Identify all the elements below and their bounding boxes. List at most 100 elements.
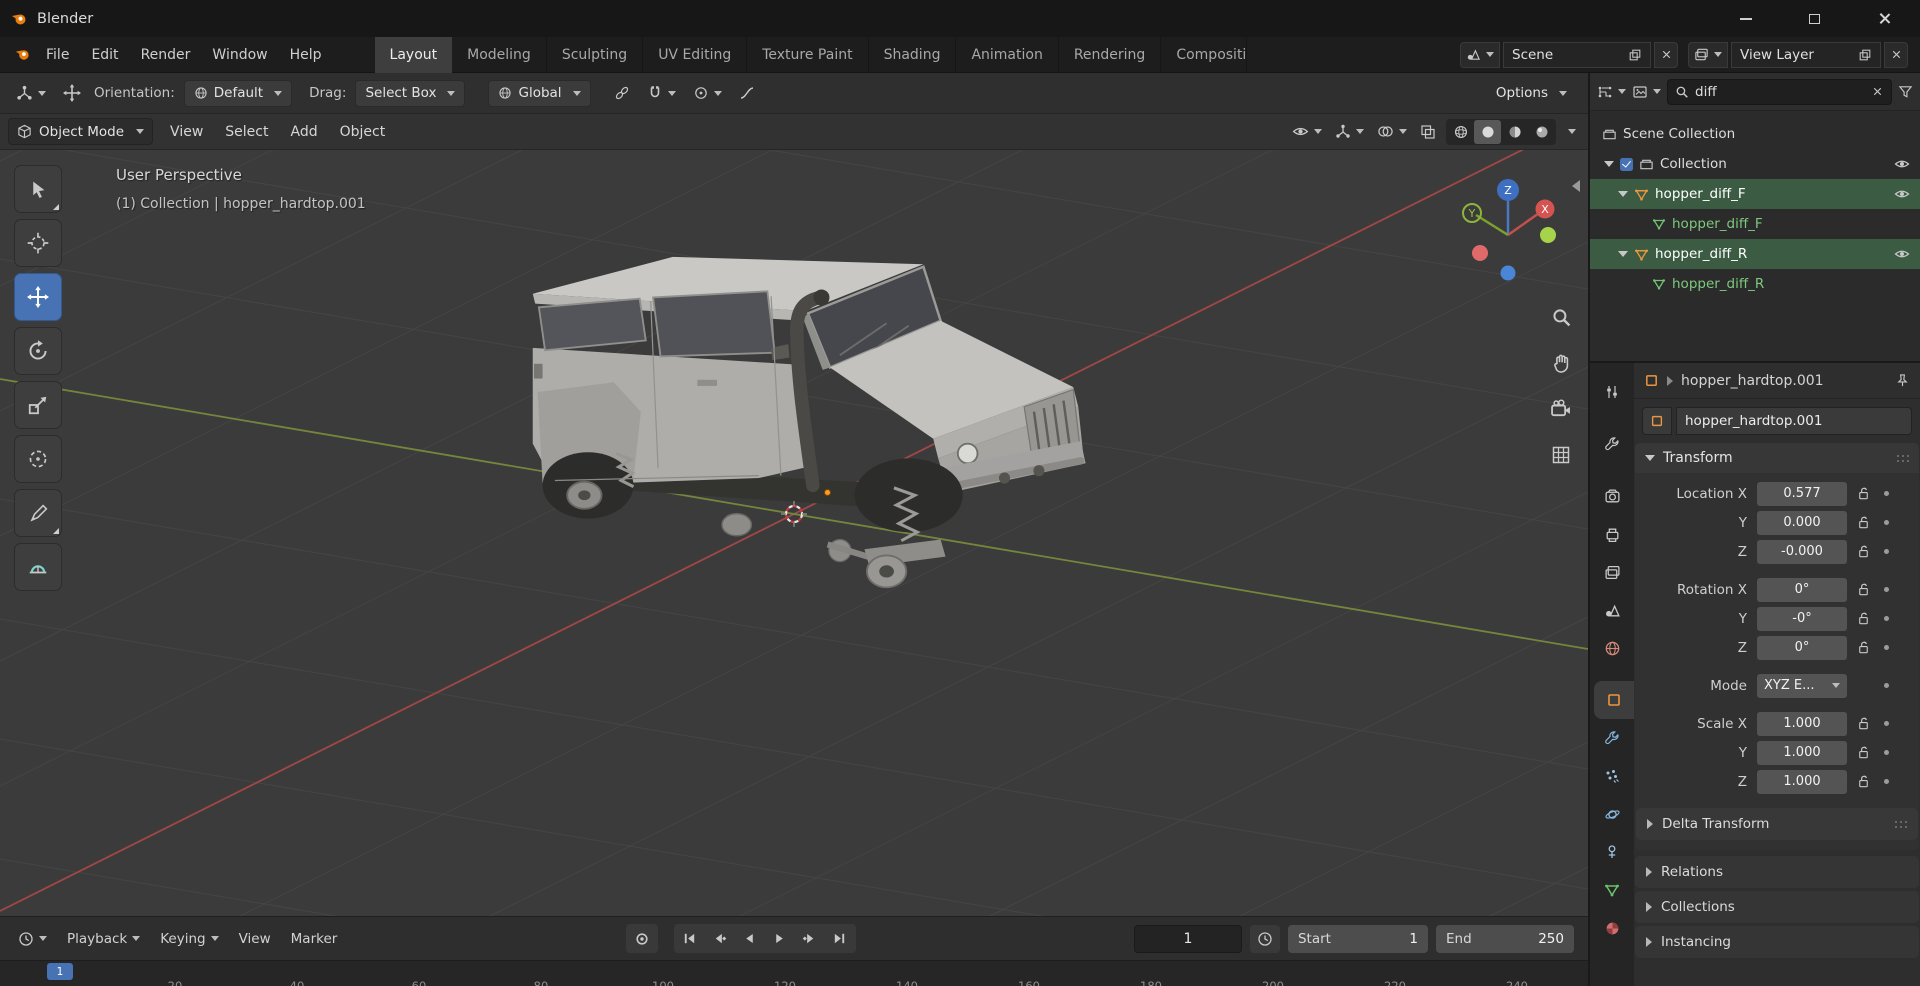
lock-open-icon[interactable] <box>1856 544 1871 559</box>
tab-output[interactable] <box>1590 515 1634 553</box>
tab-object[interactable] <box>1594 681 1634 719</box>
lock-open-icon[interactable] <box>1856 486 1871 501</box>
snap-toggle-button[interactable] <box>643 80 680 107</box>
object-visibility-dropdown[interactable] <box>1289 119 1325 145</box>
tool-settings-icon-button[interactable] <box>12 80 50 107</box>
tab-particles[interactable] <box>1590 757 1634 795</box>
animate-dot-icon[interactable] <box>1884 491 1889 496</box>
lock-open-icon[interactable] <box>1856 716 1871 731</box>
active-tool-icon-button[interactable] <box>59 80 85 107</box>
falloff-curve-button[interactable] <box>735 80 759 107</box>
frame-end-field[interactable]: End 250 <box>1436 925 1574 953</box>
animate-dot-icon[interactable] <box>1884 721 1889 726</box>
location-x-input[interactable]: 0.577 <box>1757 482 1847 506</box>
playhead[interactable]: 1 <box>47 963 73 980</box>
tab-rendering[interactable]: Rendering <box>1059 37 1162 73</box>
animate-dot-icon[interactable] <box>1884 616 1889 621</box>
properties-editor-type-button[interactable] <box>1590 373 1634 411</box>
new-view-layer-icon[interactable] <box>1858 48 1872 62</box>
tab-uv-editing[interactable]: UV Editing <box>643 37 747 73</box>
animate-dot-icon[interactable] <box>1884 587 1889 592</box>
tab-shading[interactable]: Shading <box>869 37 957 73</box>
timeline-menu-playback[interactable]: Playback <box>57 931 150 947</box>
disclosure-triangle-icon[interactable] <box>1604 161 1614 167</box>
tab-compositing[interactable]: Compositing <box>1161 37 1247 73</box>
view-layer-name-field[interactable]: View Layer <box>1731 42 1881 68</box>
use-preview-range-button[interactable] <box>1250 925 1280 953</box>
tab-constraints[interactable] <box>1590 833 1634 871</box>
tab-world[interactable] <box>1590 629 1634 667</box>
prev-keyframe-button[interactable] <box>705 925 735 952</box>
orientation-dropdown[interactable]: Default <box>184 80 292 107</box>
outliner-editor-type-button[interactable] <box>1597 84 1626 100</box>
outliner-row-collection[interactable]: Collection <box>1590 149 1920 179</box>
transform-panel-header[interactable]: Transform <box>1635 443 1919 473</box>
tab-view-layer[interactable] <box>1590 553 1634 591</box>
filter-funnel-icon[interactable] <box>1898 84 1913 99</box>
tab-physics[interactable] <box>1590 795 1634 833</box>
new-scene-icon[interactable] <box>1628 48 1642 62</box>
zoom-button[interactable] <box>1546 302 1576 332</box>
tool-select-box[interactable] <box>14 165 62 213</box>
rotation-z-input[interactable]: 0° <box>1757 636 1847 660</box>
drag-dropdown[interactable]: Select Box <box>355 80 465 107</box>
jump-to-start-button[interactable] <box>675 925 705 952</box>
viewport-menu-select[interactable]: Select <box>214 114 279 150</box>
current-frame-field[interactable]: 1 <box>1134 925 1242 953</box>
overlays-dropdown[interactable] <box>1374 119 1410 145</box>
shading-material-button[interactable] <box>1501 120 1528 144</box>
ortho-toggle-button[interactable] <box>1546 440 1576 470</box>
clear-search-icon[interactable] <box>1871 85 1884 98</box>
browse-scene-button[interactable] <box>1460 42 1500 68</box>
eye-icon[interactable] <box>1894 186 1910 202</box>
scale-x-input[interactable]: 1.000 <box>1757 712 1847 736</box>
panel-delta-transform[interactable]: Delta Transform <box>1636 808 1918 840</box>
close-button[interactable] <box>1848 0 1920 37</box>
timeline-ruler[interactable]: 1 20 40 60 80 100 120 140 160 180 200 22… <box>0 960 1588 986</box>
shading-options-chevron-icon[interactable] <box>1568 129 1576 134</box>
tool-move[interactable] <box>14 273 62 321</box>
tab-layout[interactable]: Layout <box>375 37 453 73</box>
timeline-menu-keying[interactable]: Keying <box>150 931 228 947</box>
shading-solid-button[interactable] <box>1474 120 1501 144</box>
tab-material[interactable] <box>1590 909 1634 947</box>
tab-texture-paint[interactable]: Texture Paint <box>747 37 868 73</box>
tab-tool[interactable] <box>1590 425 1634 463</box>
gizmos-dropdown[interactable] <box>1332 119 1367 145</box>
tab-object-data[interactable] <box>1590 871 1634 909</box>
panel-grip-icon[interactable] <box>1895 821 1907 828</box>
scene-name-field[interactable]: Scene <box>1503 42 1651 68</box>
play-reverse-button[interactable] <box>735 925 765 952</box>
animate-dot-icon[interactable] <box>1884 645 1889 650</box>
jump-to-end-button[interactable] <box>825 925 855 952</box>
timeline-editor-type-button[interactable] <box>8 931 57 947</box>
outliner-row-hopper-diff-r[interactable]: hopper_diff_R <box>1590 239 1920 269</box>
rotation-y-input[interactable]: -0° <box>1757 607 1847 631</box>
xray-toggle[interactable] <box>1417 119 1439 145</box>
car-model[interactable] <box>518 247 1206 671</box>
lock-open-icon[interactable] <box>1856 582 1871 597</box>
lock-open-icon[interactable] <box>1856 745 1871 760</box>
animate-dot-icon[interactable] <box>1884 779 1889 784</box>
animate-dot-icon[interactable] <box>1884 750 1889 755</box>
options-dropdown[interactable]: Options <box>1487 80 1576 107</box>
outliner-row-hopper-diff-f-data[interactable]: hopper_diff_F <box>1590 209 1920 239</box>
object-mode-dropdown[interactable]: Object Mode <box>8 118 153 145</box>
object-name-field[interactable]: hopper_hardtop.001 <box>1676 407 1912 435</box>
disclosure-triangle-icon[interactable] <box>1618 251 1628 257</box>
eye-icon[interactable] <box>1894 156 1910 172</box>
scale-z-input[interactable]: 1.000 <box>1757 770 1847 794</box>
proportional-edit-button[interactable] <box>689 80 726 107</box>
menu-help[interactable]: Help <box>279 37 333 73</box>
outliner-search-input[interactable]: diff <box>1667 79 1892 105</box>
maximize-button[interactable] <box>1780 0 1848 37</box>
location-z-input[interactable]: -0.000 <box>1757 540 1847 564</box>
rotation-mode-dropdown[interactable]: XYZ E... <box>1757 674 1847 698</box>
play-button[interactable] <box>765 925 795 952</box>
pivot-dropdown[interactable]: Global <box>488 80 590 107</box>
remove-view-layer-button[interactable] <box>1884 42 1908 68</box>
panel-instancing[interactable]: Instancing <box>1635 926 1919 958</box>
panel-collections[interactable]: Collections <box>1635 891 1919 923</box>
location-y-input[interactable]: 0.000 <box>1757 511 1847 535</box>
tab-sculpting[interactable]: Sculpting <box>547 37 643 73</box>
